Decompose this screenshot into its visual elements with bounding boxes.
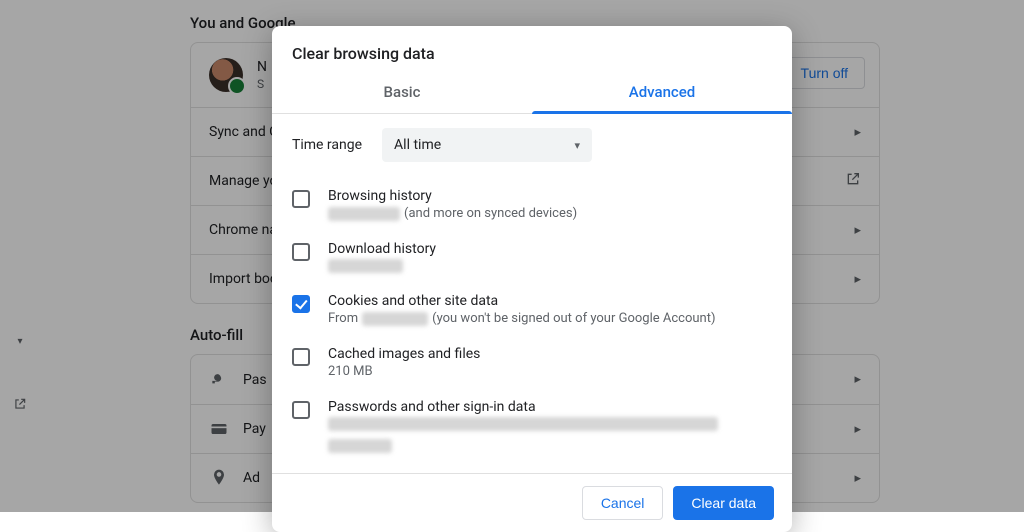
option-title: Passwords and other sign-in data — [328, 399, 772, 415]
checkbox[interactable] — [292, 190, 310, 208]
option-subtitle: (and more on synced devices) — [328, 206, 772, 221]
option-subtitle: From (you won't be signed out of your Go… — [328, 311, 772, 326]
option-title: Browsing history — [328, 188, 772, 204]
checkbox[interactable] — [292, 295, 310, 313]
tab-basic[interactable]: Basic — [272, 73, 532, 113]
redacted-text — [362, 312, 428, 326]
option-cookies[interactable]: Cookies and other site data From (you wo… — [292, 283, 772, 336]
time-range-label: Time range — [292, 137, 362, 153]
clear-browsing-data-dialog: Clear browsing data Basic Advanced Time … — [272, 26, 792, 532]
option-subtitle — [328, 417, 772, 453]
cancel-button[interactable]: Cancel — [582, 486, 664, 520]
option-browsing-history[interactable]: Browsing history (and more on synced dev… — [292, 178, 772, 231]
redacted-text — [328, 207, 400, 221]
option-title: Cached images and files — [328, 346, 772, 362]
time-range-value: All time — [394, 137, 441, 153]
redacted-text — [328, 417, 718, 431]
option-subtitle — [328, 259, 772, 273]
option-cached[interactable]: Cached images and files 210 MB — [292, 336, 772, 389]
time-range-row: Time range All time ▾ — [272, 114, 792, 178]
checkbox[interactable] — [292, 401, 310, 419]
option-download-history[interactable]: Download history — [292, 231, 772, 283]
tab-advanced[interactable]: Advanced — [532, 73, 792, 113]
redacted-text — [328, 259, 403, 273]
option-subtitle: 210 MB — [328, 364, 772, 379]
dialog-footer: Cancel Clear data — [272, 473, 792, 532]
dialog-tabs: Basic Advanced — [272, 73, 792, 114]
dialog-title: Clear browsing data — [272, 26, 792, 73]
clear-data-button[interactable]: Clear data — [673, 486, 774, 520]
option-title: Download history — [328, 241, 772, 257]
option-passwords[interactable]: Passwords and other sign-in data — [292, 389, 772, 463]
options-list: Browsing history (and more on synced dev… — [272, 178, 792, 473]
redacted-text — [328, 439, 392, 453]
option-title: Cookies and other site data — [328, 293, 772, 309]
time-range-select[interactable]: All time ▾ — [382, 128, 592, 162]
dropdown-icon: ▾ — [575, 139, 581, 152]
checkbox[interactable] — [292, 348, 310, 366]
checkbox[interactable] — [292, 243, 310, 261]
